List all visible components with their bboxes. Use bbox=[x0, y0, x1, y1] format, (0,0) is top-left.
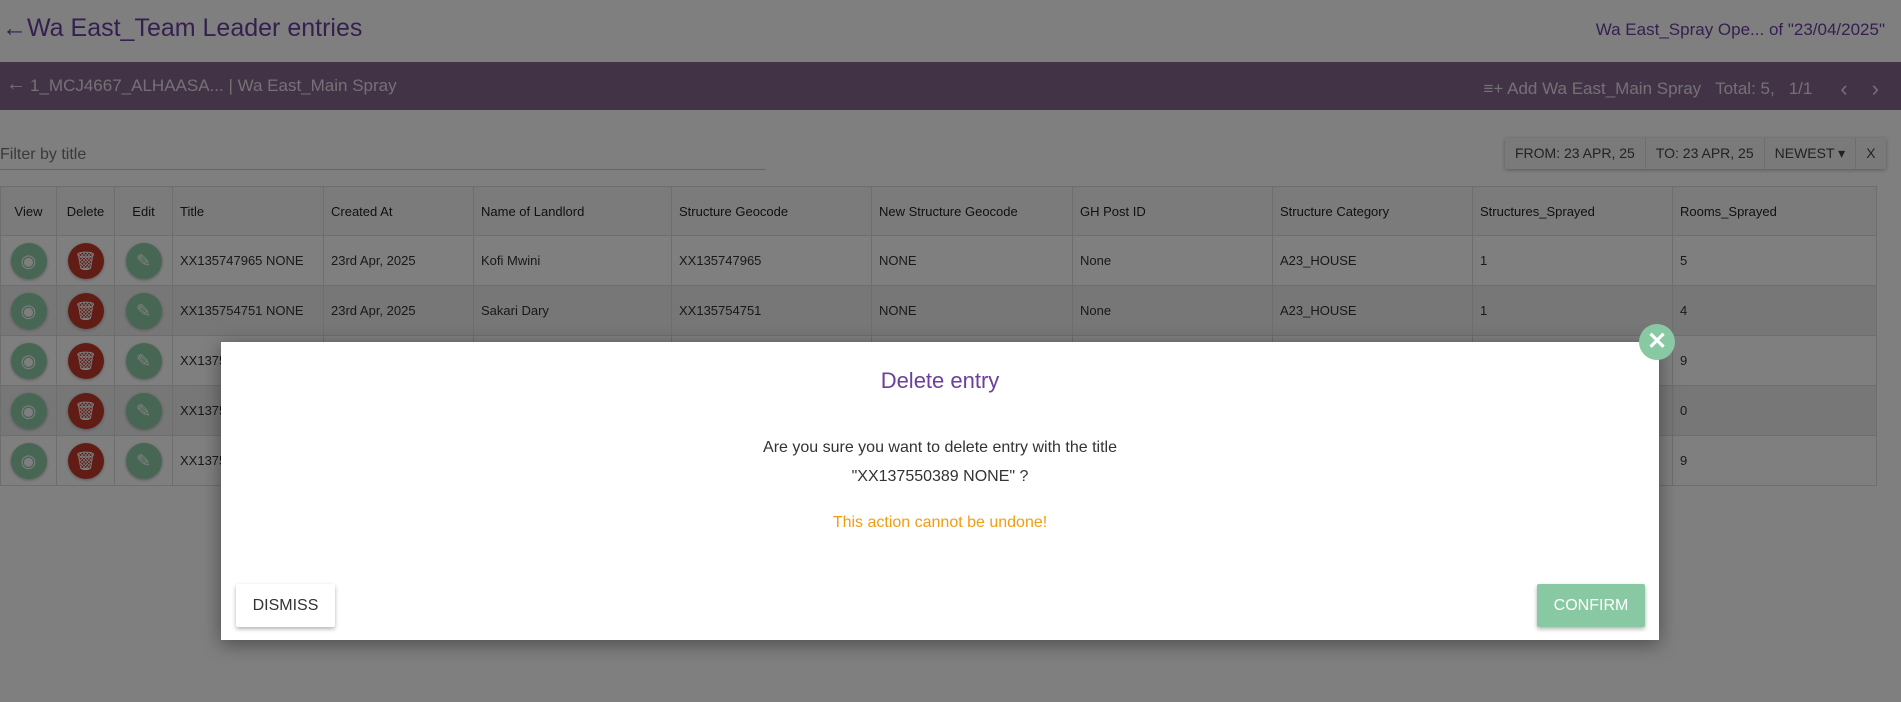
dialog-warning: This action cannot be undone! bbox=[832, 514, 1048, 531]
dialog-message: Are you sure you want to delete entry wi… bbox=[763, 439, 1117, 456]
confirm-button[interactable]: CONFIRM bbox=[1537, 584, 1645, 627]
dialog-title: Delete entry bbox=[880, 368, 1000, 393]
dialog-entry-title: "XX137550389 NONE" ? bbox=[851, 468, 1029, 485]
dismiss-button[interactable]: DISMISS bbox=[236, 584, 335, 627]
delete-entry-dialog: Delete entry Are you sure you want to de… bbox=[221, 342, 1659, 640]
close-modal-button[interactable]: ✕ bbox=[1639, 324, 1675, 360]
